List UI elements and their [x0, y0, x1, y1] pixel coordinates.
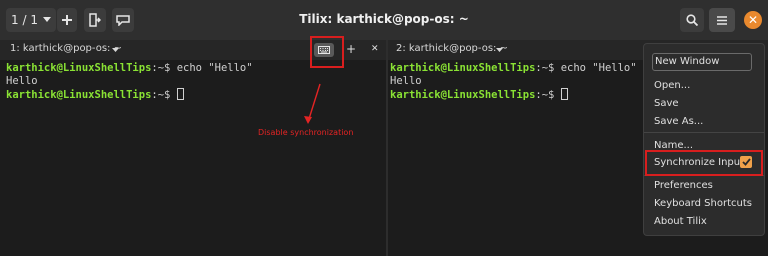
command-text: :~$ [535, 89, 561, 101]
menu-item-save-as[interactable]: Save As... [654, 116, 703, 127]
sync-button-highlight-box [310, 36, 344, 68]
menu-button[interactable] [709, 8, 735, 32]
close-pane-icon[interactable]: ✕ [371, 44, 379, 54]
close-icon: ✕ [747, 13, 759, 27]
menu-item-about-tilix[interactable]: About Tilix [654, 216, 707, 227]
menu-item-open[interactable]: Open... [654, 80, 690, 91]
title-bar: 1 / 1 Tilix: karthick@pop-os: ~ ✕ [0, 0, 768, 40]
output-text: Hello [6, 75, 38, 87]
window-title: Tilix: karthick@pop-os: ~ [299, 12, 469, 26]
annotation-label: Disable synchronization [258, 128, 354, 137]
prompt: karthick@LinuxShellTips [390, 89, 536, 101]
command-text: :~$ echo "Hello" [151, 62, 253, 74]
chevron-down-icon[interactable] [496, 48, 503, 53]
search-icon [686, 14, 698, 26]
window-close-button[interactable]: ✕ [744, 11, 762, 29]
left-pane-title[interactable]: 1: karthick@pop-os: ~ [10, 43, 122, 54]
prompt: karthick@LinuxShellTips [6, 62, 152, 74]
cursor [176, 88, 184, 100]
chevron-down-icon[interactable] [112, 48, 119, 53]
menu-item-save[interactable]: Save [654, 98, 679, 109]
synchronize-input-highlight-box [645, 150, 763, 176]
command-text: :~$ [151, 89, 177, 101]
hamburger-menu: New Window Open... Save Save As... Name.… [643, 43, 765, 236]
prompt: karthick@LinuxShellTips [6, 89, 152, 101]
annotation-arrow [304, 83, 321, 124]
output-text: Hello [390, 75, 422, 87]
prompt: karthick@LinuxShellTips [390, 62, 536, 74]
right-pane-title[interactable]: 2: karthick@pop-os: ~ [396, 43, 508, 54]
menu-item-new-window[interactable]: New Window [652, 53, 752, 71]
search-button[interactable] [680, 8, 704, 32]
add-terminal-pane-icon[interactable]: + [346, 42, 356, 56]
menu-separator [644, 132, 764, 133]
command-text: :~$ echo "Hello" [535, 62, 637, 74]
hamburger-menu-icon [717, 15, 727, 25]
menu-item-preferences[interactable]: Preferences [654, 180, 713, 191]
cursor [560, 88, 568, 100]
menu-item-keyboard-shortcuts[interactable]: Keyboard Shortcuts [654, 198, 752, 209]
